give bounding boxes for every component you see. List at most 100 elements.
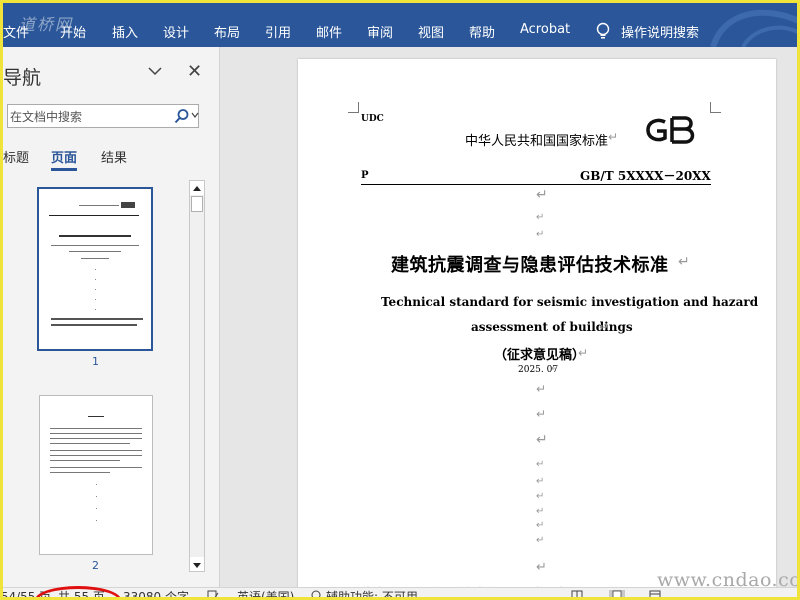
paragraph-mark: ↵ (578, 346, 589, 360)
tab-mailings[interactable]: 邮件 (316, 22, 342, 41)
thumb-line (50, 460, 120, 461)
tab-view[interactable]: 视图 (418, 22, 444, 41)
web-layout-icon[interactable] (649, 590, 661, 600)
paragraph-mark: ↵ (536, 476, 545, 487)
paragraph-mark: ↵ (608, 130, 619, 144)
print-layout-icon[interactable] (609, 590, 625, 600)
thumb-dot (95, 289, 96, 290)
header-rule (361, 184, 711, 185)
site-watermark: www.cndao.com (657, 569, 800, 591)
paragraph-mark: ↵ (536, 407, 547, 421)
status-language[interactable]: 英语(美国) (237, 588, 294, 597)
paragraph-mark: ↵ (536, 212, 545, 223)
paragraph-mark: ↵ (536, 229, 545, 240)
tab-help[interactable]: 帮助 (469, 22, 495, 41)
triangle-down-icon (193, 563, 201, 568)
thumb-line (50, 472, 110, 473)
nav-scrollbar[interactable] (189, 180, 205, 572)
thumb-line (50, 467, 142, 468)
status-accessibility[interactable]: 辅助功能: 不可用 (326, 588, 418, 597)
thumb-dot (96, 496, 97, 497)
ribbon-bar: 道桥网 文件 开始 插入 设计 布局 引用 邮件 审阅 视图 帮助 Acroba… (3, 3, 797, 47)
thumb-dot (95, 309, 96, 310)
scroll-thumb[interactable] (191, 196, 203, 212)
proofing-icon[interactable] (207, 590, 219, 600)
document-page[interactable]: UDC 中华人民共和国国家标准 ↵ GB P GB/T 5XXXX－20XX ↵… (298, 59, 776, 597)
nav-tab-pages[interactable]: 页面 (51, 147, 77, 166)
thumb-line (69, 251, 121, 252)
paragraph-mark: ↵ (536, 187, 548, 203)
chevron-down-icon[interactable] (147, 64, 163, 78)
scroll-down-button[interactable] (190, 557, 204, 571)
tab-design[interactable]: 设计 (163, 22, 189, 41)
paragraph-mark: ↵ (551, 364, 559, 374)
lightbulb-icon[interactable] (595, 22, 611, 40)
nav-title: 导航 (3, 67, 42, 89)
paragraph-mark: ↵ (536, 560, 547, 575)
thumb-footer (51, 324, 137, 326)
app-window: 道桥网 文件 开始 插入 设计 布局 引用 邮件 审阅 视图 帮助 Acroba… (0, 0, 800, 600)
margin-corner (348, 102, 359, 113)
paragraph-mark: ↵ (536, 459, 545, 470)
thumb-line (50, 450, 142, 451)
paragraph-mark: ↵ (536, 382, 547, 396)
thumb-line (50, 428, 142, 429)
doc-class-code: P (361, 170, 369, 181)
tab-review[interactable]: 审阅 (367, 22, 393, 41)
triangle-up-icon (193, 186, 201, 191)
thumb-dot (96, 508, 97, 509)
thumb-dot (95, 269, 96, 270)
paragraph-mark: ↵ (536, 491, 545, 502)
tab-references[interactable]: 引用 (265, 22, 291, 41)
thumb-line (51, 245, 139, 246)
doc-english-title-line1: Technical standard for seismic investiga… (381, 295, 759, 309)
tab-insert[interactable]: 插入 (112, 22, 138, 41)
gb-logo: GB (646, 116, 695, 144)
document-area[interactable]: UDC 中华人民共和国国家标准 ↵ GB P GB/T 5XXXX－20XX ↵… (220, 47, 797, 597)
thumb-footer (51, 318, 143, 320)
nav-tab-results[interactable]: 结果 (101, 147, 127, 166)
margin-corner (710, 102, 721, 113)
page-thumbnail-2[interactable] (39, 395, 153, 555)
thumbnail-page-number: 1 (92, 355, 99, 368)
page-thumbnail-1[interactable] (37, 187, 153, 351)
thumb-line (50, 443, 130, 444)
thumb-heading (88, 416, 104, 417)
read-mode-icon[interactable] (571, 590, 583, 600)
accessibility-icon[interactable] (311, 590, 323, 600)
paragraph-mark: ↵ (536, 432, 548, 448)
close-icon[interactable]: ✕ (187, 61, 202, 82)
navigation-pane: 导航 ✕ 在文档中搜索 标题 页面 结果 1 2 (3, 47, 220, 587)
paragraph-mark: ↵ (536, 506, 545, 517)
thumb-line (50, 455, 142, 456)
thumb-gb-logo (121, 202, 135, 208)
nav-tab-headings[interactable]: 标题 (3, 147, 29, 166)
status-word-count[interactable]: 33080 个字 (123, 588, 189, 597)
paragraph-mark: ↵ (678, 254, 690, 270)
tab-acrobat[interactable]: Acrobat (520, 22, 570, 37)
ribbon-decoration (710, 9, 797, 47)
tab-layout[interactable]: 布局 (214, 22, 240, 41)
search-placeholder: 在文档中搜索 (10, 110, 83, 124)
thumb-line (79, 205, 119, 206)
thumb-dot (95, 299, 96, 300)
doc-udc: UDC (361, 114, 384, 124)
scroll-up-button[interactable] (190, 181, 204, 195)
doc-draft-label: （征求意见稿） (494, 348, 586, 363)
active-tab-underline (51, 168, 77, 171)
search-icon[interactable] (174, 108, 190, 124)
thumb-line (50, 438, 142, 439)
nav-search-input[interactable]: 在文档中搜索 (7, 104, 199, 128)
tab-file[interactable]: 文件 (3, 22, 29, 41)
doc-standard-code: GB/T 5XXXX－20XX (580, 169, 711, 183)
thumb-rule (49, 215, 139, 216)
thumb-dot (96, 520, 97, 521)
thumb-dot (95, 279, 96, 280)
doc-national-standard: 中华人民共和国国家标准 (465, 134, 609, 149)
search-dropdown-icon[interactable] (191, 110, 199, 120)
paragraph-mark: ↵ (536, 535, 545, 546)
tell-me-search[interactable]: 操作说明搜索 (621, 22, 699, 41)
thumb-line (50, 433, 142, 434)
tab-home[interactable]: 开始 (60, 22, 86, 41)
doc-title: 建筑抗震调查与隐患评估技术标准 (391, 255, 669, 276)
